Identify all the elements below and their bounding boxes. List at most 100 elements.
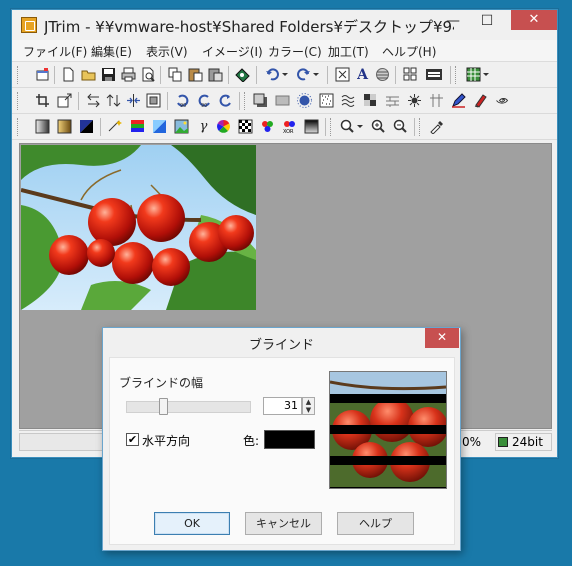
svg-text:XOR: XOR [283,129,294,134]
swirl-icon[interactable] [494,92,511,109]
ok-button[interactable]: OK [154,512,230,535]
resize-icon[interactable] [56,92,73,109]
print-preview-icon[interactable] [140,66,157,83]
menu-image[interactable]: イメージ(I) [202,43,263,60]
title-bar[interactable]: JTrim - ¥¥vmware-host¥Shared Folders¥デスク… [12,10,557,40]
print-icon[interactable] [120,66,137,83]
color-swatch[interactable] [264,430,315,449]
close-button[interactable]: ✕ [511,10,557,30]
toolbar-row-3: γ XOR [12,115,557,140]
xor-icon[interactable]: XOR [281,118,298,135]
zoom-out-icon[interactable] [392,118,409,135]
blind-dialog: ブラインド ✕ ブラインドの幅 31 ▲ ▼ ✔ 水平方向 色: OK キャンセ… [102,327,461,551]
flip-horizontal-icon[interactable] [85,92,102,109]
frame-icon[interactable] [145,92,162,109]
wave-icon[interactable] [340,92,357,109]
sepia-icon[interactable] [56,118,73,135]
dialog-body: ブラインドの幅 31 ▲ ▼ ✔ 水平方向 色: OK キャンセル ヘルプ [109,357,455,545]
align-icon[interactable] [374,66,391,83]
undo-icon[interactable] [264,66,290,83]
crop-icon[interactable] [34,92,51,109]
rotate-right-icon[interactable]: 90 [196,92,213,109]
spin-down-icon[interactable]: ▼ [303,406,314,414]
new-file-icon[interactable] [60,66,77,83]
stamp-icon[interactable] [234,66,251,83]
dialog-close-button[interactable]: ✕ [425,328,459,348]
copy-icon[interactable] [167,66,184,83]
gamma-icon[interactable]: γ [195,118,212,135]
cherry-photo [21,145,256,310]
color-label: 色: [243,434,260,448]
spin-up-icon[interactable]: ▲ [303,398,314,406]
spread-icon[interactable] [406,92,423,109]
paste-new-icon[interactable] [207,66,224,83]
blind-width-input[interactable]: 31 [263,397,302,415]
flip-vertical-icon[interactable] [105,92,122,109]
status-zoom: 0% [457,433,493,451]
gray-icon[interactable] [34,118,51,135]
image-icon[interactable] [173,118,190,135]
noise-icon[interactable] [318,92,335,109]
grid-icon[interactable] [402,66,419,83]
rotate-free-icon[interactable] [217,92,234,109]
minimize-button[interactable]: — [438,11,468,33]
menu-edit[interactable]: 編集(E) [91,43,132,60]
mirror-icon[interactable] [125,92,142,109]
blind-width-spinner[interactable]: ▲ ▼ [302,397,315,415]
status-bitdepth: 24bit [512,435,543,449]
blind-width-slider-thumb[interactable] [159,398,168,415]
menu-process[interactable]: 加工(T) [328,43,369,60]
status-bitdepth-cell: 24bit [495,433,552,451]
status-message [19,433,104,451]
text-icon[interactable]: A [354,66,371,83]
save-icon[interactable] [100,66,117,83]
svg-text:90: 90 [180,103,186,108]
jtrim-app-icon [21,17,37,33]
new-window-icon[interactable] [34,66,51,83]
sparkle-icon[interactable] [107,118,124,135]
rotate-left-icon[interactable]: 90 [174,92,191,109]
svg-text:90: 90 [201,103,207,108]
color-grid-icon[interactable] [465,66,491,83]
blind-preview [329,371,447,489]
eyedropper-icon[interactable] [428,118,445,135]
edge-icon[interactable] [428,92,445,109]
color-wheel-icon[interactable] [215,118,232,135]
checker-icon[interactable] [237,118,254,135]
negative-icon[interactable] [78,118,95,135]
rgb-icon[interactable] [129,118,146,135]
menu-view[interactable]: 表示(V) [146,43,188,60]
film-icon[interactable] [424,66,443,83]
palette-icon[interactable] [151,118,168,135]
shadow-icon[interactable] [252,92,269,109]
blur-icon[interactable] [296,92,313,109]
window-title: JTrim - ¥¥vmware-host¥Shared Folders¥デスク… [44,18,454,36]
dots-icon[interactable] [259,118,276,135]
dialog-title: ブラインド [248,338,314,353]
horizontal-checkbox[interactable]: ✔ [126,433,139,446]
gradient-icon[interactable] [303,118,320,135]
color-grid-small-icon [498,437,508,447]
toolbar-row-1: A [12,63,557,88]
brick-icon[interactable] [384,92,401,109]
pen-icon[interactable] [450,92,467,109]
blind-width-label: ブラインドの幅 [119,376,204,390]
emboss-icon[interactable] [274,92,291,109]
zoom-menu-icon[interactable] [339,118,365,135]
mosaic-icon[interactable] [362,92,379,109]
cancel-button[interactable]: キャンセル [245,512,322,535]
redo-icon[interactable] [295,66,321,83]
help-button[interactable]: ヘルプ [337,512,414,535]
blind-width-slider[interactable] [126,401,251,413]
paste-icon[interactable] [187,66,204,83]
fit-screen-icon[interactable] [334,66,351,83]
maximize-button[interactable]: ☐ [472,11,502,33]
open-folder-icon[interactable] [80,66,97,83]
menu-help[interactable]: ヘルプ(H) [382,43,436,60]
zoom-in-icon[interactable] [370,118,387,135]
menu-bar: ファイル(F) 編集(E) 表示(V) イメージ(I) カラー(C) 加工(T)… [12,40,557,62]
eraser-icon[interactable] [472,92,489,109]
menu-color[interactable]: カラー(C) [268,43,322,60]
horizontal-label: 水平方向 [142,434,191,448]
menu-file[interactable]: ファイル(F) [23,43,87,60]
